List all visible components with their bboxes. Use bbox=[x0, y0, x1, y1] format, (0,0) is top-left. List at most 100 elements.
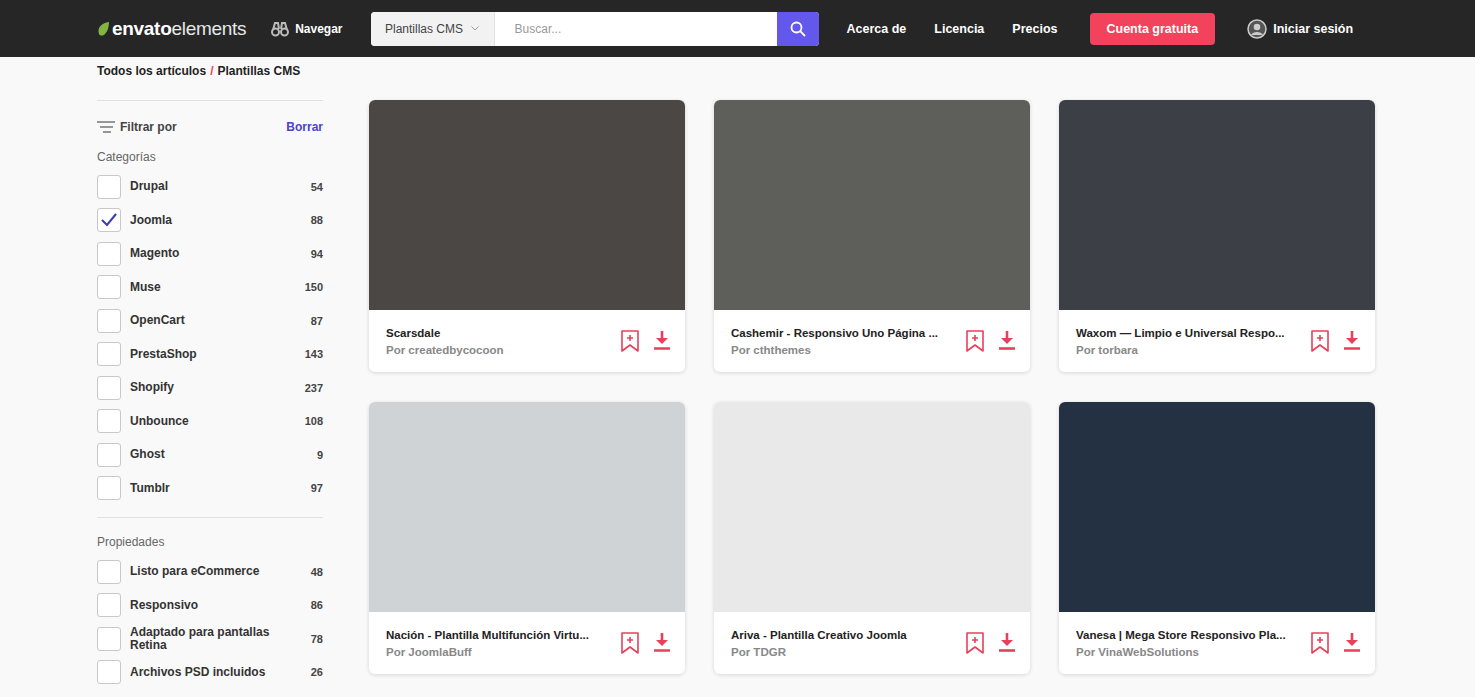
filter-item[interactable]: Adaptado para pantallas Retina78 bbox=[97, 622, 323, 656]
filter-group-title: Propiedades bbox=[97, 535, 323, 549]
filter-label: Muse bbox=[130, 281, 305, 294]
browse-link[interactable]: Navegar bbox=[271, 21, 342, 37]
filter-label: Unbounce bbox=[130, 415, 305, 428]
template-preview[interactable] bbox=[369, 100, 685, 310]
filter-item[interactable]: Unbounce108 bbox=[97, 405, 323, 439]
bookmark-button[interactable] bbox=[1311, 330, 1329, 352]
search-category-dropdown[interactable]: Plantillas CMS bbox=[371, 12, 495, 46]
checkbox[interactable] bbox=[97, 376, 121, 400]
filter-item[interactable]: Responsivo86 bbox=[97, 589, 323, 623]
sign-in-label: Iniciar sesión bbox=[1273, 22, 1353, 36]
card-title[interactable]: Waxom — Limpio e Universal Respo... bbox=[1076, 327, 1305, 339]
checkbox[interactable] bbox=[97, 342, 121, 366]
bookmark-button[interactable] bbox=[621, 632, 639, 654]
checkbox[interactable] bbox=[97, 560, 121, 584]
template-card[interactable]: Waxom — Limpio e Universal Respo... Por t… bbox=[1059, 100, 1375, 372]
card-actions bbox=[621, 632, 671, 654]
download-button[interactable] bbox=[1343, 330, 1361, 352]
nav-link[interactable]: Acerca de bbox=[847, 22, 907, 36]
nav-link[interactable]: Precios bbox=[1012, 22, 1057, 36]
bookmark-button[interactable] bbox=[966, 632, 984, 654]
card-author[interactable]: Por JoomlaBuff bbox=[386, 646, 615, 658]
card-title[interactable]: Vanesa | Mega Store Responsivo Pla... bbox=[1076, 629, 1305, 641]
filter-count: 26 bbox=[311, 666, 323, 678]
chevron-down-icon bbox=[471, 26, 479, 31]
checkbox[interactable] bbox=[97, 275, 121, 299]
filter-item[interactable]: Muse150 bbox=[97, 271, 323, 305]
template-preview[interactable] bbox=[1059, 402, 1375, 612]
filter-item[interactable]: Archivos PSD incluidos26 bbox=[97, 656, 323, 690]
download-button[interactable] bbox=[653, 330, 671, 352]
bookmark-button[interactable] bbox=[621, 330, 639, 352]
filter-item[interactable]: Tumblr97 bbox=[97, 472, 323, 506]
bookmark-plus-icon bbox=[1311, 330, 1329, 352]
checkbox[interactable] bbox=[97, 443, 121, 467]
filter-item[interactable]: Drupal54 bbox=[97, 170, 323, 204]
filter-count: 9 bbox=[317, 449, 323, 461]
download-button[interactable] bbox=[1343, 632, 1361, 654]
checkbox[interactable] bbox=[97, 627, 121, 651]
card-actions bbox=[966, 330, 1016, 352]
card-author[interactable]: Por torbara bbox=[1076, 344, 1305, 356]
card-author[interactable]: Por VinaWebSolutions bbox=[1076, 646, 1305, 658]
nav-link[interactable]: Licencia bbox=[934, 22, 984, 36]
checkbox[interactable] bbox=[97, 208, 121, 232]
checkbox[interactable] bbox=[97, 593, 121, 617]
search-button[interactable] bbox=[777, 12, 819, 46]
filter-item[interactable]: Shopify237 bbox=[97, 371, 323, 405]
filter-label: Tumblr bbox=[130, 482, 311, 495]
filter-label: Drupal bbox=[130, 180, 311, 193]
filter-item[interactable]: OpenCart87 bbox=[97, 304, 323, 338]
card-author[interactable]: Por cththemes bbox=[731, 344, 960, 356]
sign-in-link[interactable]: Iniciar sesión bbox=[1247, 19, 1353, 39]
download-icon bbox=[1343, 632, 1361, 652]
filter-item[interactable]: Joomla88 bbox=[97, 204, 323, 238]
card-actions bbox=[1311, 330, 1361, 352]
card-author[interactable]: Por TDGR bbox=[731, 646, 960, 658]
card-text: Waxom — Limpio e Universal Respo... Por t… bbox=[1076, 327, 1305, 356]
template-card[interactable]: Vanesa | Mega Store Responsivo Pla... Por… bbox=[1059, 402, 1375, 674]
bookmark-button[interactable] bbox=[966, 330, 984, 352]
checkbox[interactable] bbox=[97, 660, 121, 684]
download-button[interactable] bbox=[653, 632, 671, 654]
card-title[interactable]: Cashemir - Responsivo Uno Página ... bbox=[731, 327, 960, 339]
search-bar: Plantillas CMS bbox=[371, 12, 819, 46]
bookmark-button[interactable] bbox=[1311, 632, 1329, 654]
download-button[interactable] bbox=[998, 632, 1016, 654]
template-preview[interactable] bbox=[714, 100, 1030, 310]
clear-filters-link[interactable]: Borrar bbox=[286, 120, 323, 134]
template-card[interactable]: Scarsdale Por createdbycocoon bbox=[369, 100, 685, 372]
filter-item[interactable]: Ghost9 bbox=[97, 438, 323, 472]
filter-group-title: Categorías bbox=[97, 150, 323, 164]
template-preview[interactable] bbox=[714, 402, 1030, 612]
checkbox[interactable] bbox=[97, 175, 121, 199]
filter-label: Shopify bbox=[130, 381, 305, 394]
bookmark-plus-icon bbox=[1311, 632, 1329, 654]
breadcrumb-item[interactable]: Todos los artículos bbox=[97, 63, 206, 79]
card-title[interactable]: Ariva - Plantilla Creativo Joomla bbox=[731, 629, 960, 641]
download-button[interactable] bbox=[998, 330, 1016, 352]
card-title[interactable]: Nación - Plantilla Multifunción Virtu... bbox=[386, 629, 615, 641]
filter-label: PrestaShop bbox=[130, 348, 305, 361]
checkbox[interactable] bbox=[97, 476, 121, 500]
template-preview[interactable] bbox=[1059, 100, 1375, 310]
filter-header: Filtrar porBorrar bbox=[97, 101, 323, 136]
bookmark-plus-icon bbox=[621, 330, 639, 352]
checkbox[interactable] bbox=[97, 242, 121, 266]
filter-item[interactable]: PrestaShop143 bbox=[97, 338, 323, 372]
template-card[interactable]: Nación - Plantilla Multifunción Virtu...… bbox=[369, 402, 685, 674]
search-input[interactable] bbox=[495, 12, 777, 46]
free-account-button[interactable]: Cuenta gratuita bbox=[1090, 13, 1216, 45]
checkbox[interactable] bbox=[97, 409, 121, 433]
template-preview[interactable] bbox=[369, 402, 685, 612]
leaf-icon bbox=[97, 21, 111, 37]
filter-item[interactable]: Magento94 bbox=[97, 237, 323, 271]
card-footer: Nación - Plantilla Multifunción Virtu...… bbox=[369, 612, 685, 674]
template-card[interactable]: Ariva - Plantilla Creativo Joomla Por TDG… bbox=[714, 402, 1030, 674]
filter-item[interactable]: Listo para eCommerce48 bbox=[97, 555, 323, 589]
card-title[interactable]: Scarsdale bbox=[386, 327, 615, 339]
template-card[interactable]: Cashemir - Responsivo Uno Página ... Por … bbox=[714, 100, 1030, 372]
card-author[interactable]: Por createdbycocoon bbox=[386, 344, 615, 356]
checkbox[interactable] bbox=[97, 309, 121, 333]
logo[interactable]: envatoelements bbox=[97, 18, 246, 40]
